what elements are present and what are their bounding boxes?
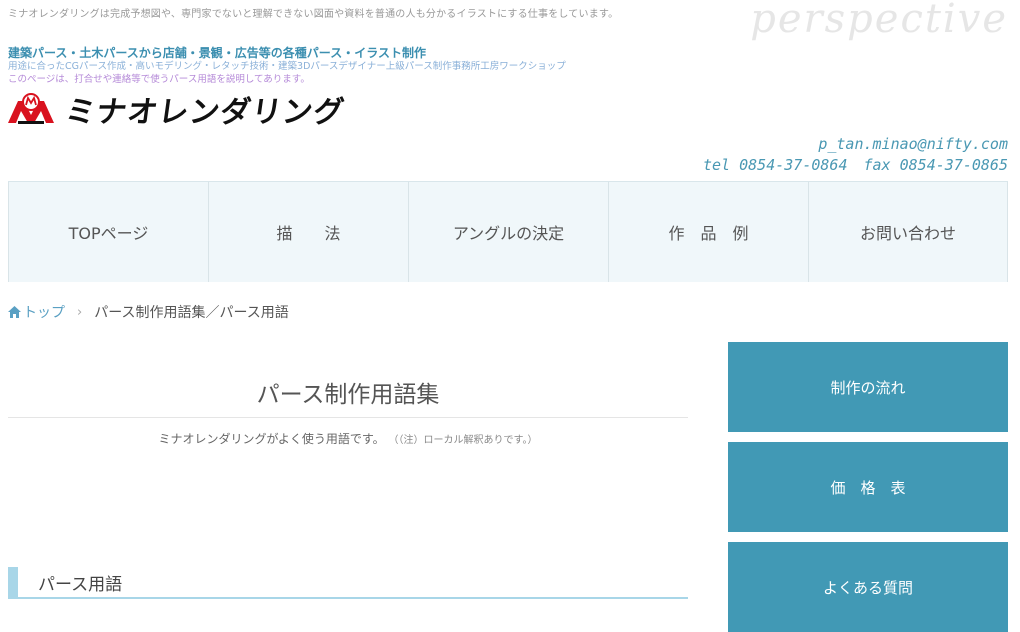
nav-item-label: TOPページ: [68, 224, 149, 243]
fax-number: fax 0854-37-0865: [863, 156, 1009, 174]
sidebar-button-prices[interactable]: 価 格 表: [728, 442, 1008, 532]
sidebar-button-faq[interactable]: よくある質問: [728, 542, 1008, 632]
breadcrumb-current: パース制作用語集／パース用語: [94, 305, 289, 321]
tel-number[interactable]: tel 0854-37-0864: [703, 156, 848, 174]
site-subline: 用途に合ったCGパース作成・高いモデリング・レタッチ技術・建築3Dパースデザイナ…: [8, 61, 566, 72]
nav-item-drawing-method[interactable]: 描 法: [208, 182, 408, 282]
nav-item-label: 描 法: [276, 224, 341, 243]
contact-email[interactable]: p_tan.minao@nifty.com: [818, 135, 1008, 153]
contact-phone: tel 0854-37-0864 fax 0854-37-0865: [703, 156, 1008, 174]
nav-item-angle[interactable]: アングルの決定: [408, 182, 608, 282]
main-content: パース制作用語集 ミナオレンダリングがよく使う用語です。 （（注）ローカル解釈あ…: [8, 340, 688, 447]
sidebar-button-label: 制作の流れ: [830, 378, 906, 397]
sidebar-button-label: 価 格 表: [830, 478, 906, 497]
global-nav: TOPページ 描 法 アングルの決定 作 品 例 お問い合わせ: [8, 181, 1008, 282]
breadcrumb-separator: ›: [77, 304, 83, 320]
breadcrumb-home-label: トップ: [23, 305, 65, 321]
site-description: ミナオレンダリングは完成予想図や、専門家でないと理解できない図面や資料を普通の人…: [8, 9, 619, 20]
breadcrumb: トップ › パース制作用語集／パース用語: [8, 302, 289, 322]
site-logo[interactable]: ミナオレンダリング: [8, 92, 347, 130]
sidebar-button-label: よくある質問: [822, 578, 913, 597]
nav-item-contact[interactable]: お問い合わせ: [808, 182, 1008, 282]
nav-item-works[interactable]: 作 品 例: [608, 182, 808, 282]
logo-mark-icon: [8, 93, 54, 124]
nav-item-label: アングルの決定: [452, 224, 565, 243]
nav-item-label: お問い合わせ: [859, 224, 956, 243]
header-watermark: perspective: [750, 0, 1008, 42]
breadcrumb-home-link[interactable]: トップ: [8, 302, 65, 322]
intro-note: （（注）ローカル解釈ありです。）: [388, 435, 538, 446]
logo-wordmark: ミナオレンダリング: [63, 95, 347, 130]
nav-item-label: 作 品 例: [668, 224, 749, 243]
page-description: このページは、打合せや連絡等で使うパース用語を説明してあります。: [8, 74, 310, 85]
nav-item-top[interactable]: TOPページ: [8, 182, 208, 282]
intro-main: ミナオレンダリングがよく使う用語です。: [158, 432, 385, 446]
section-heading: パース用語: [8, 567, 688, 599]
intro-text: ミナオレンダリングがよく使う用語です。 （（注）ローカル解釈ありです。）: [8, 430, 688, 447]
page-title: パース制作用語集: [8, 340, 688, 418]
sidebar-button-workflow[interactable]: 制作の流れ: [728, 342, 1008, 432]
home-icon: [8, 306, 21, 318]
